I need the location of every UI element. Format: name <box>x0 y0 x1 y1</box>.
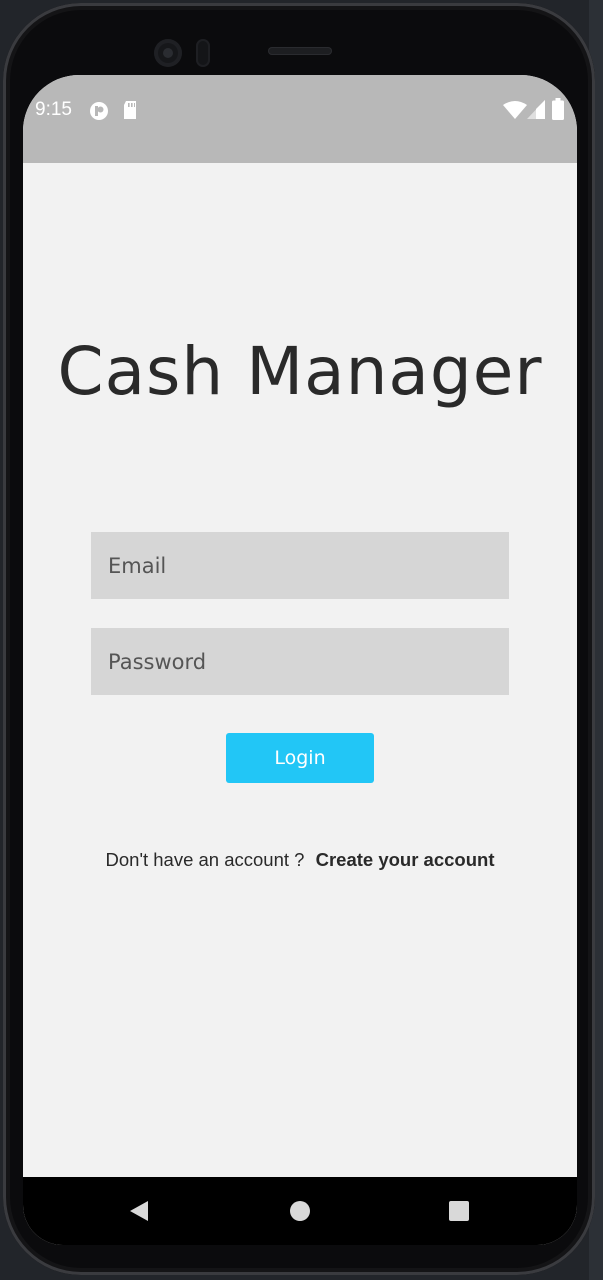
signup-prompt: Don't have an account ? <box>105 849 305 870</box>
cell-signal-icon <box>527 100 545 119</box>
app-title: Cash Manager <box>57 333 543 410</box>
earpiece-speaker <box>268 47 332 55</box>
status-time: 9:15 <box>35 99 72 120</box>
sd-card-icon <box>124 101 136 119</box>
navigation-bar <box>23 1177 577 1245</box>
wifi-icon <box>503 101 527 119</box>
back-button[interactable] <box>123 1195 155 1227</box>
battery-icon <box>552 98 564 120</box>
proximity-sensor <box>196 39 210 67</box>
front-camera <box>154 39 182 67</box>
phone-screen: 9:15 Cash Manager Login Don't have a <box>23 75 577 1245</box>
password-field[interactable] <box>91 628 509 695</box>
home-button[interactable] <box>284 1195 316 1227</box>
app-notification-icon <box>90 102 108 120</box>
create-account-link[interactable]: Create your account <box>316 849 495 870</box>
recents-icon <box>449 1201 469 1221</box>
status-bar: 9:15 <box>23 75 577 163</box>
email-field[interactable] <box>91 532 509 599</box>
login-button[interactable]: Login <box>226 733 374 783</box>
back-icon <box>130 1201 148 1221</box>
signup-row: Don't have an account ? Create your acco… <box>23 849 577 871</box>
home-icon <box>290 1201 310 1221</box>
recents-button[interactable] <box>443 1195 475 1227</box>
